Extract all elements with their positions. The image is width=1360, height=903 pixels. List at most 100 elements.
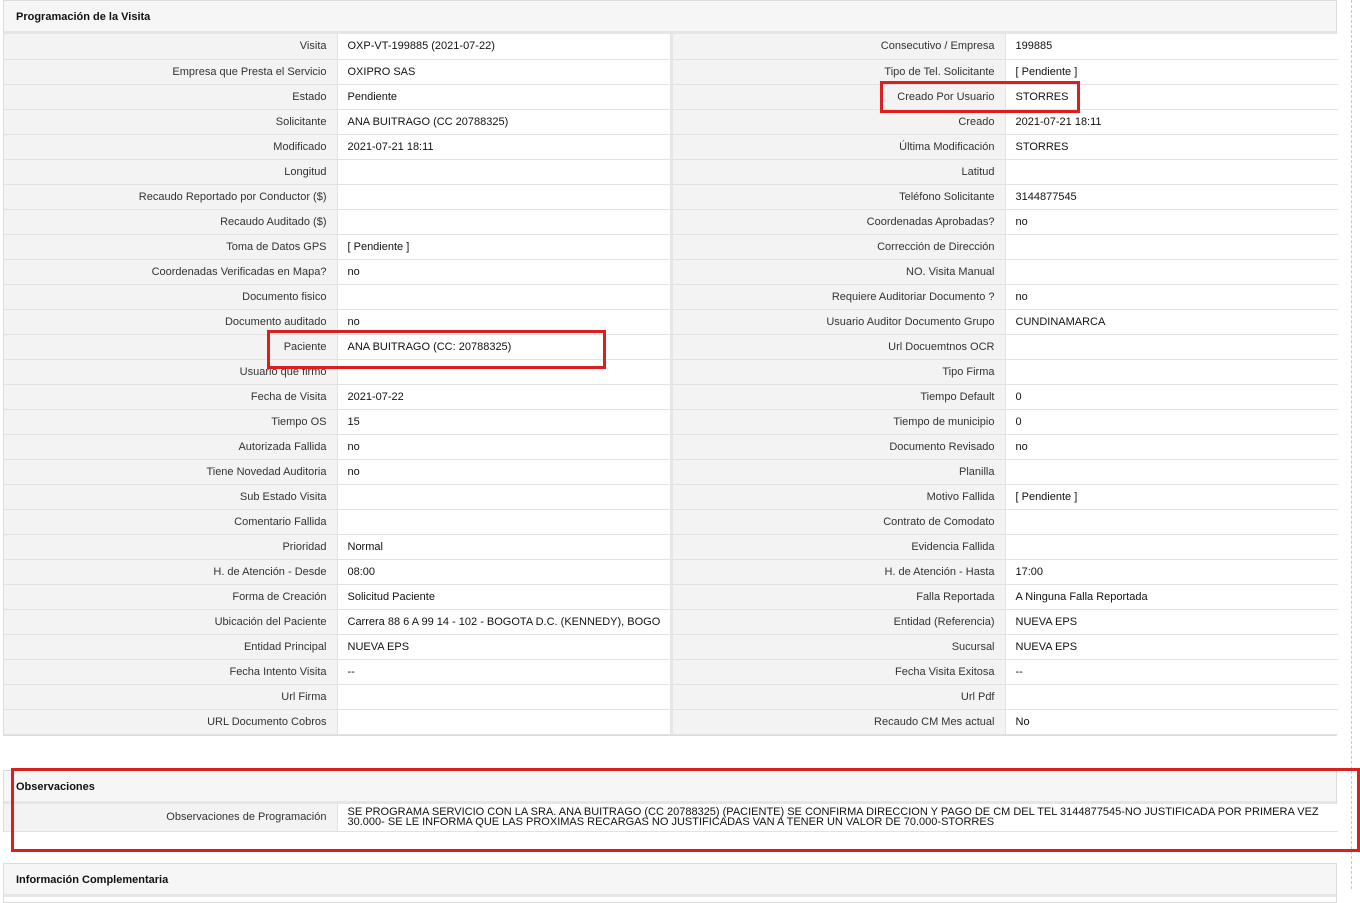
table-row: Recaudo Auditado ($) Coordenadas Aprobada…	[4, 209, 1338, 235]
row-label-left: Paciente	[4, 334, 337, 360]
observaciones-title: Observaciones	[4, 771, 1336, 804]
row-label-right: Última Modificación	[669, 134, 1005, 160]
row-value-right: --	[1004, 659, 1338, 685]
row-label-left: Documento auditado	[4, 309, 337, 335]
table-row: H. de Atención - Desde 08:00 H. de Atenció…	[4, 559, 1338, 585]
complementaria-title: Información Complementaria	[4, 864, 1336, 897]
row-label-right: Tiempo de municipio	[669, 409, 1005, 435]
row-value-left	[336, 159, 671, 185]
programacion-table: Visita OXP-VT-199885 (2021-07-22) Consecut…	[4, 34, 1338, 735]
table-row: Autorizada Fallida no Documento Revisado …	[4, 434, 1338, 460]
row-label-right: Documento Revisado	[669, 434, 1005, 460]
table-row: Sub Estado Visita Motivo Fallida[ Pendien…	[4, 484, 1338, 510]
table-row: Recaudo Reportado por Conductor ($) Teléf…	[4, 184, 1338, 210]
row-value-right: NUEVA EPS	[1004, 609, 1338, 635]
table-row: Solicitante ANA BUITRAGO (CC 20788325) Cre…	[4, 109, 1338, 135]
observaciones-row: Observaciones de Programación SE PROGRAM…	[4, 804, 1338, 832]
row-value-right: CUNDINAMARCA	[1004, 309, 1338, 335]
row-label-right: NO. Visita Manual	[669, 259, 1005, 285]
row-label-left: Comentario Fallida	[4, 509, 337, 535]
row-value-right	[1004, 234, 1338, 260]
row-value-left: no	[336, 309, 671, 335]
row-label-left: Modificado	[4, 134, 337, 160]
row-label-right: Coordenadas Aprobadas?	[669, 209, 1005, 235]
row-label-left: Fecha de Visita	[4, 384, 337, 410]
table-row: Tiempo OS 15 Tiempo de municipio 0	[4, 409, 1338, 435]
row-value-left: ANA BUITRAGO (CC: 20788325)	[336, 334, 671, 360]
table-row: Usuario que firmo Tipo Firma	[4, 359, 1338, 385]
row-label-right: Usuario Auditor Documento Grupo	[669, 309, 1005, 335]
row-value-left: Carrera 88 6 A 99 14 - 102 - BOGOTA D.C.…	[336, 609, 671, 635]
row-label-left: Solicitante	[4, 109, 337, 135]
row-label-left: Estado	[4, 84, 337, 110]
row-label-left: Url Firma	[4, 684, 337, 710]
row-value-right: no	[1004, 209, 1338, 235]
page-dashed-divider	[1351, 0, 1352, 889]
row-label-right: Corrección de Dirección	[669, 234, 1005, 260]
table-row: Visita OXP-VT-199885 (2021-07-22) Consecut…	[4, 34, 1338, 60]
row-label-left: Empresa que Presta el Servicio	[4, 59, 337, 85]
row-label-left: Toma de Datos GPS	[4, 234, 337, 260]
row-label-left: Coordenadas Verificadas en Mapa?	[4, 259, 337, 285]
table-row: Comentario Fallida Contrato de Comodato	[4, 509, 1338, 535]
row-value-left: no	[336, 459, 671, 485]
row-value-right	[1004, 334, 1338, 360]
row-label-left: Fecha Intento Visita	[4, 659, 337, 685]
row-label-right: Contrato de Comodato	[669, 509, 1005, 535]
programacion-title: Programación de la Visita	[4, 1, 1336, 34]
row-label-left: Documento fisico	[4, 284, 337, 310]
table-row: Tiene Novedad Auditoria no Planilla	[4, 459, 1338, 485]
row-value-left: ANA BUITRAGO (CC 20788325)	[336, 109, 671, 135]
row-label-right: Planilla	[669, 459, 1005, 485]
row-value-left: Normal	[336, 534, 671, 560]
row-value-left	[336, 184, 671, 210]
observaciones-section: Observaciones Observaciones de Programac…	[3, 770, 1338, 832]
row-value-right: 3144877545	[1004, 184, 1338, 210]
row-value-left: [ Pendiente ]	[336, 234, 671, 260]
table-row: Prioridad Normal Evidencia Fallida	[4, 534, 1338, 560]
row-value-left: OXP-VT-199885 (2021-07-22)	[336, 34, 671, 60]
row-label-right: Consecutivo / Empresa	[669, 34, 1005, 60]
row-value-left	[336, 509, 671, 535]
table-row: Fecha de Visita 2021-07-22 Tiempo Default…	[4, 384, 1338, 410]
observaciones-label: Observaciones de Programación	[4, 804, 337, 832]
row-label-left: H. de Atención - Desde	[4, 559, 337, 585]
row-label-right: Url Docuemtnos OCR	[669, 334, 1005, 360]
row-value-left	[336, 209, 671, 235]
row-value-right: A Ninguna Falla Reportada	[1004, 584, 1338, 610]
row-value-right: no	[1004, 284, 1338, 310]
row-label-left: Entidad Principal	[4, 634, 337, 660]
row-label-left: URL Documento Cobros	[4, 709, 337, 735]
table-row: URL Documento Cobros Recaudo CM Mes actua…	[4, 709, 1338, 735]
row-label-right: Falla Reportada	[669, 584, 1005, 610]
row-label-left: Sub Estado Visita	[4, 484, 337, 510]
row-value-right: 0	[1004, 409, 1338, 435]
row-value-left: OXIPRO SAS	[336, 59, 671, 85]
row-value-right: STORRES	[1004, 134, 1338, 160]
row-value-left	[336, 359, 671, 385]
row-value-right: 199885	[1004, 34, 1338, 60]
row-value-left: Solicitud Paciente	[336, 584, 671, 610]
row-value-left	[336, 284, 671, 310]
row-value-right	[1004, 259, 1338, 285]
row-label-right: Teléfono Solicitante	[669, 184, 1005, 210]
row-label-left: Usuario que firmo	[4, 359, 337, 385]
row-value-right	[1004, 534, 1338, 560]
row-value-right	[1004, 359, 1338, 385]
table-row: Documento fisico Requiere Auditoriar Docu…	[4, 284, 1338, 310]
row-value-right	[1004, 509, 1338, 535]
row-value-right	[1004, 684, 1338, 710]
complementaria-section: Información Complementaria	[3, 863, 1337, 903]
row-label-right: Url Pdf	[669, 684, 1005, 710]
table-row: Toma de Datos GPS[ Pendiente ] Corrección…	[4, 234, 1338, 260]
row-label-right: H. de Atención - Hasta	[669, 559, 1005, 585]
table-row: Estado Pendiente Creado Por Usuario STORRES	[4, 84, 1338, 110]
row-value-right: 17:00	[1004, 559, 1338, 585]
table-row: Forma de Creación Solicitud Paciente Falla…	[4, 584, 1338, 610]
row-label-left: Autorizada Fallida	[4, 434, 337, 460]
table-row: Paciente ANA BUITRAGO (CC: 20788325) Url D…	[4, 334, 1338, 360]
row-label-right: Sucursal	[669, 634, 1005, 660]
row-label-left: Prioridad	[4, 534, 337, 560]
table-row: Documento auditado no Usuario Auditor Doc…	[4, 309, 1338, 335]
row-label-right: Creado Por Usuario	[669, 84, 1005, 110]
